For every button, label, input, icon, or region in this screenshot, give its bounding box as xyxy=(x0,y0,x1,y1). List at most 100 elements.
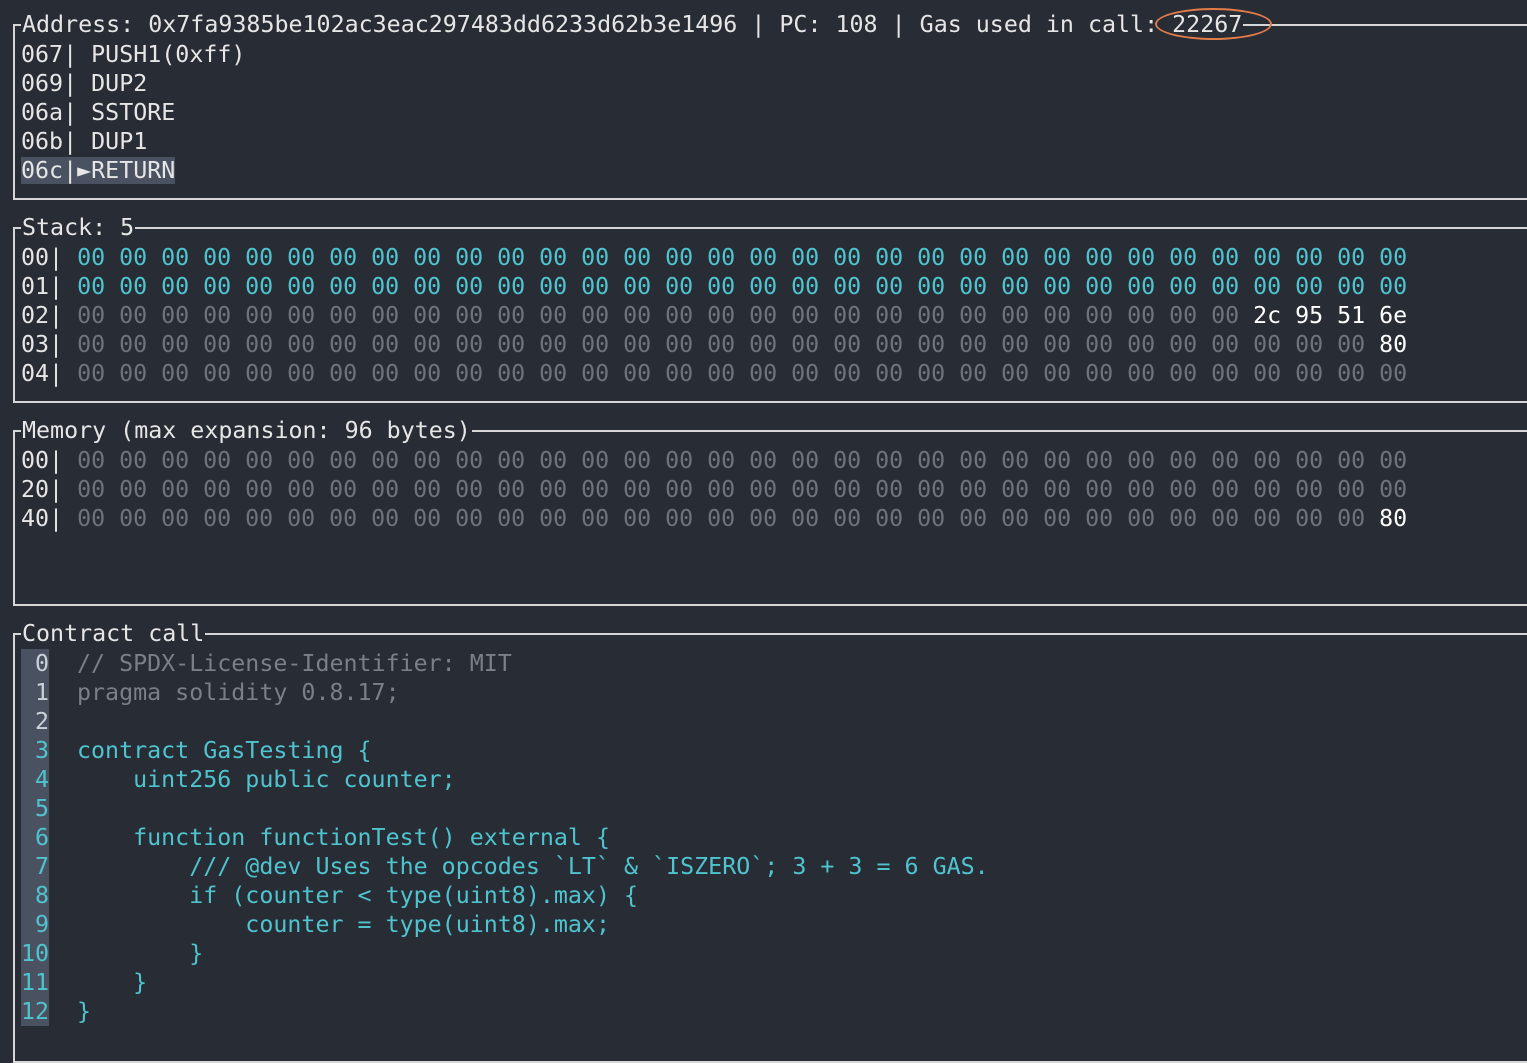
stack-byte: 00 xyxy=(413,302,442,329)
stack-byte: 00 xyxy=(1001,360,1030,387)
gas-highlight-circle xyxy=(1155,8,1273,40)
stack-byte: 00 xyxy=(455,302,484,329)
memory-byte: 00 xyxy=(1253,505,1282,532)
memory-byte: 00 xyxy=(119,476,148,503)
memory-row: 40| 00 00 00 00 00 00 00 00 00 00 00 00 00 00 00 00 00 00… xyxy=(21,504,1421,533)
line-number: 3 xyxy=(21,736,49,765)
code-line: 10 } xyxy=(21,939,989,968)
memory-byte: 00 xyxy=(623,505,652,532)
pc-and-gas-label: | PC: 108 | Gas used in call: xyxy=(737,11,1173,38)
stack-byte: 00 xyxy=(1043,244,1072,271)
memory-byte: 00 xyxy=(1085,476,1114,503)
contract-panel: Contract call 0 // SPDX-License-Identifie… xyxy=(13,619,1527,1063)
stack-byte: 00 xyxy=(497,244,526,271)
stack-byte: 00 xyxy=(581,302,610,329)
stack-byte: 00 xyxy=(623,273,652,300)
stack-byte: 00 xyxy=(497,360,526,387)
stack-byte: 00 xyxy=(707,302,736,329)
code-line: 1 pragma solidity 0.8.17; xyxy=(21,678,989,707)
stack-byte: 00 xyxy=(1211,273,1240,300)
stack-byte: 00 xyxy=(1169,273,1198,300)
stack-byte: 00 xyxy=(581,360,610,387)
stack-byte: 00 xyxy=(539,244,568,271)
contract-title: Contract call xyxy=(21,619,206,648)
stack-byte: 00 xyxy=(959,244,988,271)
memory-list: 00| 00 00 00 00 00 00 00 00 00 00 00 00 00 00 00 00 00 00… xyxy=(21,446,1421,533)
memory-byte: 00 xyxy=(1337,476,1366,503)
stack-byte: 00 xyxy=(77,360,106,387)
address-label: Address: xyxy=(22,11,149,38)
stack-byte: 00 xyxy=(119,273,148,300)
memory-byte: 00 xyxy=(287,447,316,474)
source-code: 0 // SPDX-License-Identifier: MIT 1 pragma … xyxy=(21,649,989,1026)
memory-byte: 00 xyxy=(1295,476,1324,503)
stack-byte: 00 xyxy=(1379,360,1408,387)
memory-byte: 00 xyxy=(161,476,190,503)
opcode-name: RETURN xyxy=(91,157,176,184)
stack-byte: 00 xyxy=(791,331,820,358)
stack-row: 00| 00 00 00 00 00 00 00 00 00 00 00 00 00 00 00 00 00 00… xyxy=(21,243,1421,272)
stack-byte: 00 xyxy=(623,244,652,271)
memory-byte: 00 xyxy=(497,476,526,503)
stack-index: 03| xyxy=(21,331,78,358)
stack-byte: 00 xyxy=(1295,273,1324,300)
stack-byte: 00 xyxy=(1127,302,1156,329)
memory-byte: 00 xyxy=(1337,505,1366,532)
stack-byte: 00 xyxy=(665,244,694,271)
stack-byte: 00 xyxy=(581,273,610,300)
opcode-row: 06a| SSTORE xyxy=(21,98,245,127)
stack-byte: 00 xyxy=(1085,244,1114,271)
stack-byte: 00 xyxy=(665,302,694,329)
memory-byte: 00 xyxy=(371,505,400,532)
stack-byte: 00 xyxy=(1001,244,1030,271)
stack-byte: 00 xyxy=(833,273,862,300)
stack-byte: 00 xyxy=(1211,244,1240,271)
memory-byte: 00 xyxy=(1127,505,1156,532)
memory-byte: 00 xyxy=(1253,476,1282,503)
stack-byte: 00 xyxy=(833,302,862,329)
memory-byte: 00 xyxy=(413,447,442,474)
memory-row: 20| 00 00 00 00 00 00 00 00 00 00 00 00 00 00 00 00 00 00… xyxy=(21,475,1421,504)
memory-byte: 00 xyxy=(203,505,232,532)
stack-byte: 00 xyxy=(917,331,946,358)
stack-byte: 00 xyxy=(749,302,778,329)
stack-byte: 00 xyxy=(245,302,274,329)
code-line: 5 xyxy=(21,794,989,823)
stack-byte: 00 xyxy=(1001,331,1030,358)
stack-byte: 00 xyxy=(833,244,862,271)
memory-byte: 00 xyxy=(707,447,736,474)
stack-byte: 00 xyxy=(245,244,274,271)
memory-byte: 00 xyxy=(413,505,442,532)
memory-byte: 00 xyxy=(1001,476,1030,503)
stack-byte: 00 xyxy=(329,273,358,300)
stack-byte: 00 xyxy=(1001,302,1030,329)
memory-byte: 00 xyxy=(539,476,568,503)
stack-byte: 00 xyxy=(875,244,904,271)
memory-index: 20| xyxy=(21,476,78,503)
stack-index: 02| xyxy=(21,302,78,329)
memory-byte: 00 xyxy=(1169,476,1198,503)
code-line: 0 // SPDX-License-Identifier: MIT xyxy=(21,649,989,678)
stack-byte: 00 xyxy=(875,331,904,358)
stack-byte: 00 xyxy=(917,360,946,387)
memory-byte: 00 xyxy=(371,447,400,474)
memory-byte: 00 xyxy=(1337,447,1366,474)
stack-byte: 00 xyxy=(665,273,694,300)
memory-byte: 00 xyxy=(1295,505,1324,532)
opcode-separator: | xyxy=(63,99,92,126)
memory-byte: 00 xyxy=(287,505,316,532)
memory-byte: 00 xyxy=(329,476,358,503)
opcode-row: 06c|►RETURN xyxy=(21,156,245,185)
memory-byte: 00 xyxy=(455,476,484,503)
memory-byte: 00 xyxy=(1211,476,1240,503)
memory-byte: 00 xyxy=(203,447,232,474)
memory-byte: 00 xyxy=(1379,476,1408,503)
memory-byte: 00 xyxy=(497,447,526,474)
stack-index: 00| xyxy=(21,244,78,271)
current-opcode: 06c|►RETURN xyxy=(21,157,176,184)
stack-byte: 00 xyxy=(791,273,820,300)
stack-byte: 00 xyxy=(1169,302,1198,329)
stack-byte: 00 xyxy=(329,244,358,271)
stack-byte: 00 xyxy=(287,273,316,300)
line-number: 10 xyxy=(21,939,50,968)
